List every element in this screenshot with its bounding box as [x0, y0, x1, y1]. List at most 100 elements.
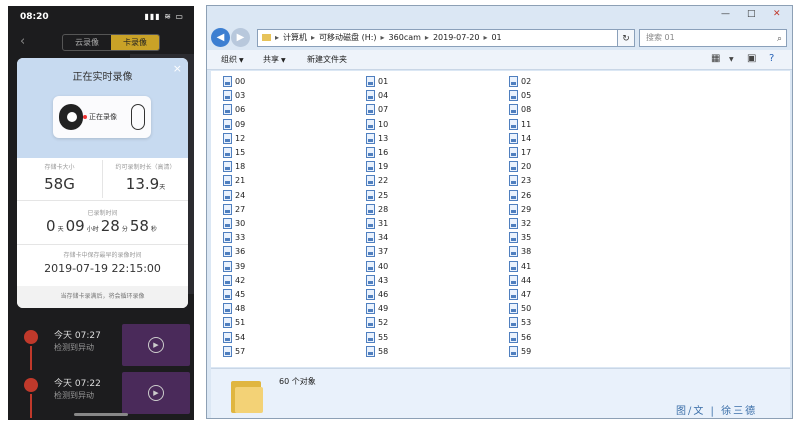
breadcrumb-sep: ▸ — [380, 33, 385, 42]
file-item[interactable]: 20 — [509, 160, 531, 174]
file-item[interactable]: 16 — [366, 146, 388, 160]
file-item[interactable]: 53 — [509, 316, 531, 330]
list-item-sub: 检测到异动 — [54, 391, 94, 400]
file-item[interactable]: 14 — [509, 132, 531, 146]
file-item[interactable]: 13 — [366, 132, 388, 146]
file-item[interactable]: 56 — [509, 331, 531, 345]
back-arrow-icon[interactable]: ◀ — [211, 28, 230, 47]
object-count: 60 个对象 — [279, 377, 316, 386]
forward-arrow-icon[interactable]: ▶ — [231, 28, 250, 47]
view-icon[interactable]: ▦ — [711, 53, 720, 64]
file-item[interactable]: 04 — [366, 89, 388, 103]
file-item[interactable]: 32 — [509, 217, 531, 231]
file-item[interactable]: 42 — [223, 274, 245, 288]
organize-menu[interactable]: 组织 ▼ — [221, 54, 244, 65]
file-item[interactable]: 45 — [223, 288, 245, 302]
breadcrumb-item[interactable]: 2019-07-20 — [433, 33, 480, 42]
tab-cloud-record[interactable]: 云录像 — [63, 35, 111, 50]
file-item[interactable]: 06 — [223, 103, 245, 117]
file-item[interactable]: 02 — [509, 75, 531, 89]
list-item[interactable]: 今天 07:22 检测到异动 ▶ — [8, 366, 194, 418]
file-name: 51 — [235, 318, 246, 328]
file-item[interactable]: 36 — [223, 245, 245, 259]
file-item[interactable]: 46 — [366, 288, 388, 302]
file-item[interactable]: 29 — [509, 203, 531, 217]
file-item[interactable]: 12 — [223, 132, 245, 146]
file-item[interactable]: 23 — [509, 174, 531, 188]
file-item[interactable]: 34 — [366, 231, 388, 245]
share-menu[interactable]: 共享 ▼ — [263, 54, 286, 65]
file-name: 39 — [235, 261, 246, 271]
address-bar[interactable]: ▸ 计算机 ▸ 可移动磁盘 (H:) ▸ 360cam ▸ 2019-07-20 ▸ 01 — [257, 29, 629, 47]
file-item[interactable]: 31 — [366, 217, 388, 231]
file-item[interactable]: 00 — [223, 75, 245, 89]
file-item[interactable]: 05 — [509, 89, 531, 103]
recorded-minutes-unit: 分 — [121, 226, 128, 233]
file-item[interactable]: 47 — [509, 288, 531, 302]
file-item[interactable]: 24 — [223, 189, 245, 203]
file-item[interactable]: 15 — [223, 146, 245, 160]
file-item[interactable]: 48 — [223, 302, 245, 316]
file-item[interactable]: 41 — [509, 260, 531, 274]
file-item[interactable]: 39 — [223, 260, 245, 274]
file-item[interactable]: 26 — [509, 189, 531, 203]
breadcrumb-item[interactable]: 计算机 — [283, 33, 307, 42]
help-icon[interactable]: ? — [769, 53, 774, 64]
file-item[interactable]: 57 — [223, 345, 245, 359]
video-thumbnail[interactable]: ▶ — [122, 324, 190, 366]
chevron-down-icon[interactable]: ▼ — [729, 56, 734, 63]
file-item[interactable]: 54 — [223, 331, 245, 345]
file-item[interactable]: 35 — [509, 231, 531, 245]
new-folder-button[interactable]: 新建文件夹 — [307, 54, 347, 65]
organize-label: 组织 — [221, 55, 237, 64]
video-thumbnail[interactable]: ▶ — [122, 372, 190, 414]
file-item[interactable]: 43 — [366, 274, 388, 288]
file-item[interactable]: 22 — [366, 174, 388, 188]
minimize-button[interactable]: — — [721, 9, 730, 19]
file-item[interactable]: 17 — [509, 146, 531, 160]
file-item[interactable]: 03 — [223, 89, 245, 103]
breadcrumb-item[interactable]: 360cam — [389, 33, 421, 42]
file-item[interactable]: 18 — [223, 160, 245, 174]
file-item[interactable]: 55 — [366, 331, 388, 345]
file-item[interactable]: 37 — [366, 245, 388, 259]
file-item[interactable]: 25 — [366, 189, 388, 203]
file-item[interactable]: 33 — [223, 231, 245, 245]
file-item[interactable]: 10 — [366, 118, 388, 132]
file-item[interactable]: 28 — [366, 203, 388, 217]
file-name: 32 — [521, 219, 532, 228]
preview-pane-icon[interactable]: ▣ — [747, 53, 756, 64]
file-item[interactable]: 08 — [509, 103, 531, 117]
file-item[interactable]: 59 — [509, 345, 531, 359]
file-item[interactable]: 21 — [223, 174, 245, 188]
file-item[interactable]: 27 — [223, 203, 245, 217]
video-file-icon — [366, 203, 375, 215]
search-input[interactable]: 搜索 01 ⌕ — [639, 29, 787, 47]
file-name: 41 — [521, 261, 532, 271]
file-item[interactable]: 01 — [366, 75, 388, 89]
file-item[interactable]: 58 — [366, 345, 388, 359]
file-item[interactable]: 52 — [366, 316, 388, 330]
file-item[interactable]: 40 — [366, 260, 388, 274]
maximize-button[interactable]: □ — [747, 9, 756, 19]
file-item[interactable]: 30 — [223, 217, 245, 231]
file-item[interactable]: 49 — [366, 302, 388, 316]
file-item[interactable]: 51 — [223, 316, 245, 330]
breadcrumb-item[interactable]: 01 — [491, 33, 501, 42]
file-item[interactable]: 19 — [366, 160, 388, 174]
file-item[interactable]: 38 — [509, 245, 531, 259]
tab-card-record[interactable]: 卡录像 — [111, 35, 159, 50]
chevron-left-icon[interactable]: ‹ — [20, 34, 25, 49]
file-item[interactable]: 09 — [223, 118, 245, 132]
breadcrumb-item[interactable]: 可移动磁盘 (H:) — [319, 33, 377, 42]
file-item[interactable]: 07 — [366, 103, 388, 117]
file-item[interactable]: 50 — [509, 302, 531, 316]
list-item[interactable]: 今天 07:27 检测到异动 ▶ — [8, 318, 194, 370]
close-button[interactable]: ✕ — [773, 9, 781, 19]
file-item[interactable]: 11 — [509, 118, 531, 132]
refresh-icon[interactable]: ↻ — [617, 29, 635, 47]
file-item[interactable]: 44 — [509, 274, 531, 288]
file-name: 57 — [235, 346, 246, 356]
recording-modal: 正在实时录像 × 正在录像 存储卡大小 58G 约可录制时长（高清） 13.9天… — [17, 58, 188, 308]
close-icon[interactable]: × — [173, 62, 182, 75]
